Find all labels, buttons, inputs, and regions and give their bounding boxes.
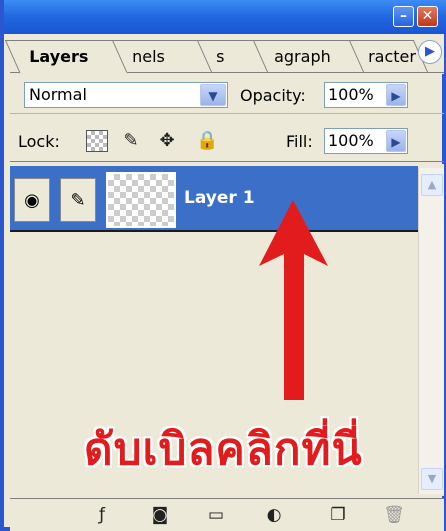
layers-scrollbar[interactable]: ▲ ▼: [418, 168, 444, 494]
tab-paragraph[interactable]: agraph: [249, 40, 364, 72]
scroll-down-icon[interactable]: ▼: [421, 468, 443, 490]
lock-label: Lock:: [18, 132, 60, 151]
scroll-up-icon[interactable]: ▲: [421, 174, 443, 196]
lock-all-icon[interactable]: 🔒: [196, 130, 218, 152]
layer-style-icon[interactable]: ƒ: [90, 503, 114, 527]
lock-position-icon[interactable]: ✥: [156, 130, 178, 152]
new-layer-icon[interactable]: ❐: [326, 503, 350, 527]
fill-value: 100%: [328, 131, 374, 150]
eye-icon[interactable]: ◉: [14, 178, 50, 222]
new-group-icon[interactable]: ▭: [204, 503, 228, 527]
annotation-text: ดับเบิลคลิกที่นี่: [84, 424, 363, 475]
fill-slider-arrow-icon[interactable]: ▶: [386, 130, 406, 152]
blend-mode-select[interactable]: Normal ▼: [24, 82, 228, 108]
layer-row[interactable]: ◉ ✎ Layer 1: [10, 166, 418, 232]
lock-transparency-icon[interactable]: [86, 130, 108, 152]
layer-thumbnail[interactable]: [106, 172, 176, 228]
palette-menu-icon[interactable]: ▶: [418, 40, 442, 64]
opacity-value: 100%: [328, 85, 374, 104]
brush-icon[interactable]: ✎: [60, 178, 96, 222]
lock-pixels-icon[interactable]: ✎: [120, 130, 142, 152]
palette-tabs: racter agraph s nels Layers: [4, 34, 444, 74]
fill-label: Fill:: [286, 132, 313, 151]
close-icon[interactable]: ✕: [417, 6, 438, 27]
layer-name[interactable]: Layer 1: [184, 188, 255, 208]
layers-palette-window: – ✕ racter agraph s nels Layers ▶ Normal…: [0, 0, 446, 531]
adjustment-layer-icon[interactable]: ◐: [262, 503, 286, 527]
chevron-down-icon[interactable]: ▼: [200, 84, 226, 106]
trash-icon[interactable]: 🗑: [382, 503, 406, 527]
minimize-icon[interactable]: –: [393, 6, 414, 27]
opacity-slider-arrow-icon[interactable]: ▶: [386, 84, 406, 106]
blend-mode-value: Normal: [29, 85, 87, 104]
fill-field[interactable]: 100% ▶: [324, 128, 408, 154]
opacity-field[interactable]: 100% ▶: [324, 82, 408, 108]
lock-fill-row: Lock: ✎ ✥ 🔒 Fill: 100% ▶: [10, 116, 444, 162]
layers-bottom-toolbar: ƒ ◙ ▭ ◐ ❐ 🗑: [10, 498, 444, 531]
layer-mask-icon[interactable]: ◙: [148, 503, 172, 527]
blend-opacity-row: Normal ▼ Opacity: 100% ▶: [10, 76, 444, 114]
opacity-label: Opacity:: [240, 86, 306, 105]
titlebar: – ✕: [4, 0, 446, 34]
tab-layers[interactable]: Layers: [4, 40, 128, 74]
